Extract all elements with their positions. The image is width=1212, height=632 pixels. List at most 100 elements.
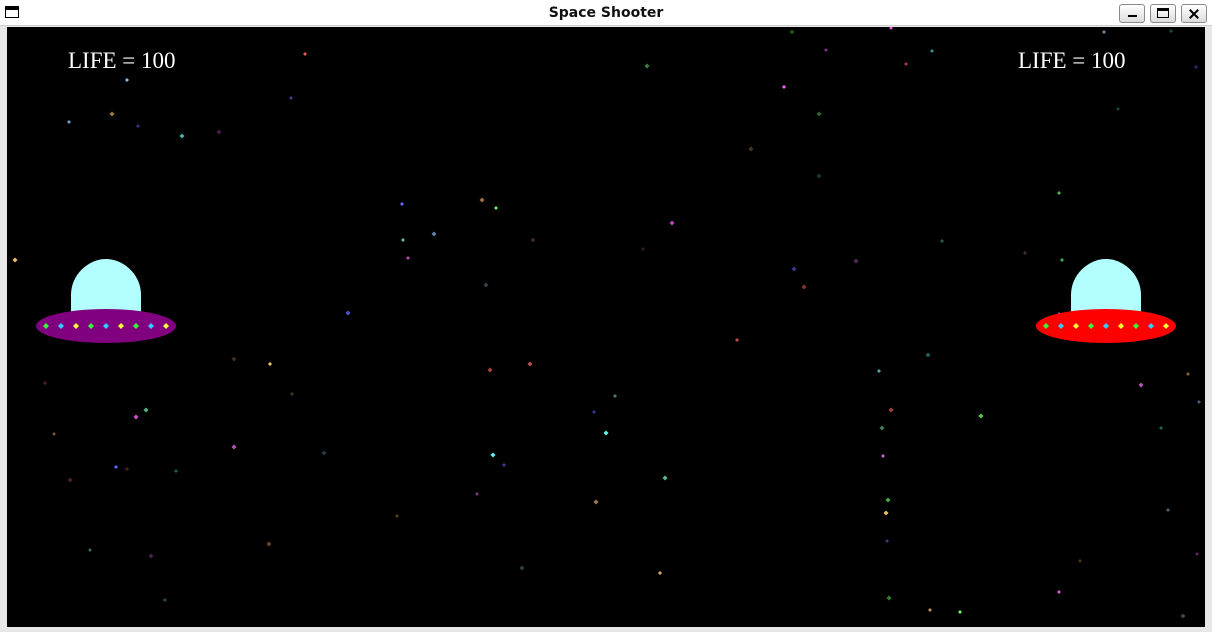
star [1057, 590, 1061, 594]
star [395, 514, 399, 518]
star [268, 362, 272, 366]
star [603, 430, 609, 436]
player1-ship-dome [71, 259, 141, 314]
star [885, 497, 891, 503]
star [1159, 426, 1163, 430]
star [930, 49, 934, 53]
star [1197, 400, 1201, 404]
maximize-button[interactable] [1150, 4, 1176, 23]
star [1078, 559, 1082, 563]
star [928, 608, 932, 612]
star [88, 548, 92, 552]
star [502, 463, 506, 467]
close-button[interactable] [1181, 4, 1207, 23]
player2-life-label: LIFE = [1018, 48, 1092, 73]
star [886, 595, 892, 601]
star [125, 78, 129, 82]
star [289, 96, 293, 100]
star [148, 553, 154, 559]
star [593, 499, 599, 505]
star [881, 454, 885, 458]
star [816, 111, 822, 117]
star [1195, 552, 1199, 556]
player2-ship [1036, 259, 1176, 343]
star [801, 284, 807, 290]
star [1138, 382, 1144, 388]
star [853, 258, 859, 264]
star [662, 475, 668, 481]
star [958, 610, 962, 614]
star [483, 282, 489, 288]
star [1057, 191, 1061, 195]
star [487, 367, 493, 373]
star [1169, 29, 1173, 33]
star [669, 220, 675, 226]
star [1194, 65, 1198, 69]
star [885, 539, 889, 543]
star [231, 356, 237, 362]
star [879, 425, 885, 431]
star [748, 146, 754, 152]
minimize-button[interactable] [1119, 4, 1145, 23]
star [67, 120, 71, 124]
star [163, 598, 167, 602]
star [125, 467, 129, 471]
starfield [12, 27, 1201, 619]
star [43, 381, 47, 385]
player1-life-value: 100 [141, 48, 176, 73]
player2-life-value: 100 [1091, 48, 1126, 73]
star [400, 202, 404, 206]
star [782, 85, 786, 89]
star [644, 63, 650, 69]
star [904, 62, 908, 66]
star [431, 231, 437, 237]
star [888, 407, 894, 413]
star [345, 310, 351, 316]
star [925, 352, 931, 358]
star [613, 394, 617, 398]
star [824, 48, 828, 52]
star [406, 256, 410, 260]
star [143, 407, 149, 413]
star [1023, 251, 1027, 255]
space-field [12, 27, 1201, 619]
star [877, 369, 881, 373]
star [114, 465, 118, 469]
star [1166, 508, 1170, 512]
star [789, 29, 795, 35]
star [527, 361, 533, 367]
star [1060, 258, 1064, 262]
maximize-icon [1157, 8, 1169, 18]
star [52, 432, 56, 436]
star [290, 392, 294, 396]
star [889, 27, 893, 30]
player1-life-label: LIFE = [68, 48, 142, 73]
star [321, 450, 327, 456]
star [479, 197, 485, 203]
star [174, 469, 178, 473]
title-bar[interactable]: Space Shooter [0, 0, 1212, 26]
star [519, 565, 525, 571]
close-icon [1182, 5, 1206, 22]
star [216, 129, 222, 135]
star [735, 338, 739, 342]
star [67, 477, 73, 483]
game-canvas[interactable]: LIFE = 100 LIFE = 100 [7, 27, 1205, 627]
star [475, 492, 479, 496]
player1-life-display: LIFE = 100 [68, 47, 176, 75]
player1-ship [36, 259, 176, 343]
star [494, 206, 498, 210]
window-title: Space Shooter [548, 5, 664, 21]
star [641, 247, 645, 251]
star [179, 133, 185, 139]
star [791, 266, 797, 272]
player2-ship-dome [1071, 259, 1141, 314]
star [1116, 107, 1120, 111]
star [883, 510, 889, 516]
star [136, 124, 140, 128]
minimize-icon [1128, 15, 1137, 17]
player2-life-display: LIFE = 100 [1018, 47, 1126, 75]
star [531, 238, 535, 242]
star [490, 452, 496, 458]
star [12, 257, 18, 263]
